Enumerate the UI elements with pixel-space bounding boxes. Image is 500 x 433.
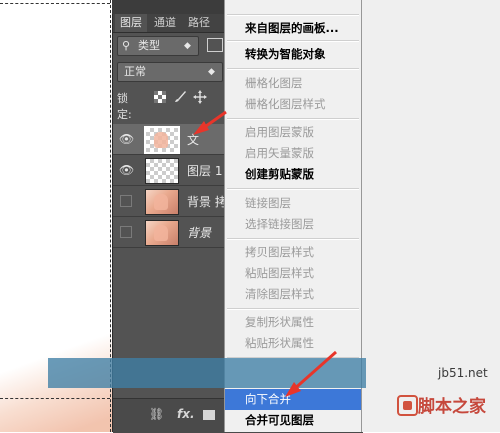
menu-item-copy-shape-attributes[interactable]: 复制形状属性 [225, 312, 361, 333]
search-icon: ⚲ [122, 39, 131, 52]
visibility-toggle[interactable] [120, 226, 132, 238]
menu-item-label: 复制形状属性 [245, 315, 314, 329]
lock-label: 锁定: [117, 92, 132, 121]
menu-separator [227, 118, 359, 120]
menu-item-label: 合并可见图层 [245, 413, 314, 427]
menu-item-label: 链接图层 [245, 196, 291, 210]
watermark-name: 脚本之家 [418, 397, 486, 417]
menu-separator [227, 188, 359, 190]
link-icon[interactable]: ⛓ [149, 407, 164, 421]
menu-item-create-clipping-mask[interactable]: 创建剪贴蒙版 [225, 164, 361, 185]
selection-border-bottom [0, 398, 110, 400]
menu-item-label: 创建剪贴蒙版 [245, 167, 314, 181]
menu-separator [227, 14, 359, 16]
lock-transparent-pixels-icon[interactable] [153, 90, 167, 104]
site-logo-icon [397, 395, 418, 416]
menu-item-link-layers[interactable]: 链接图层 [225, 193, 361, 214]
menu-item-label: 转换为智能对象 [245, 47, 326, 61]
menu-item-rasterize-layer-style[interactable]: 栅格化图层样式 [225, 94, 361, 115]
menu-item-paste-layer-style[interactable]: 粘贴图层样式 [225, 263, 361, 284]
menu-item-copy-layer-style[interactable]: 拷贝图层样式 [225, 242, 361, 263]
menu-item-enable-layer-mask[interactable]: 启用图层蒙版 [225, 122, 361, 143]
menu-separator [227, 68, 359, 70]
image-filter-icon[interactable] [207, 38, 223, 52]
layer-thumbnail [145, 220, 179, 246]
layer-filter-select[interactable]: ⚲ 类型 ◆ [117, 36, 199, 56]
menu-item-label: 向下合并 [245, 392, 291, 406]
menu-item-label: 栅格化图层 [245, 76, 303, 90]
visibility-toggle[interactable] [120, 195, 132, 207]
menu-separator [227, 308, 359, 310]
layer-name: 背景 拷 [187, 195, 227, 209]
lock-image-pixels-icon[interactable] [173, 90, 187, 104]
lock-position-icon[interactable] [193, 90, 207, 104]
menu-item-label: 选择链接图层 [245, 217, 314, 231]
menu-item-enable-vector-mask[interactable]: 启用矢量蒙版 [225, 143, 361, 164]
menu-item-label: 启用矢量蒙版 [245, 146, 314, 160]
menu-item-artboard-from-layers[interactable]: 来自图层的画板... [225, 18, 361, 39]
chevron-down-icon: ◆ [184, 41, 191, 51]
add-mask-icon[interactable] [203, 410, 215, 420]
layer-name: 背景 [187, 226, 212, 240]
tab-channels[interactable]: 通道 [149, 14, 181, 32]
watermark-site: jb51.net [438, 366, 488, 380]
blend-mode-select[interactable]: 正常 ◆ [117, 62, 223, 82]
layer-thumbnail [145, 189, 179, 215]
caption-band [48, 358, 366, 388]
menu-item-label: 粘贴图层样式 [245, 266, 314, 280]
menu-item-label: 粘贴形状属性 [245, 336, 314, 350]
menu-separator [227, 238, 359, 240]
fx-button[interactable]: fx. [177, 407, 195, 421]
menu-item-merge-down[interactable]: 向下合并 [225, 389, 361, 410]
eye-icon[interactable]: 👁 [119, 132, 134, 146]
menu-item-partial [225, 0, 361, 11]
menu-item-rasterize-layer[interactable]: 栅格化图层 [225, 73, 361, 94]
selection-border-top [0, 3, 110, 5]
layer-name: 图层 1 [187, 164, 223, 178]
layer-filter-value: 类型 [138, 39, 160, 52]
layer-thumbnail [144, 126, 180, 154]
blend-mode-value: 正常 [124, 65, 146, 78]
menu-item-paste-shape-attributes[interactable]: 粘贴形状属性 [225, 333, 361, 354]
layer-thumbnail [145, 158, 179, 184]
chevron-down-icon: ◆ [208, 67, 215, 77]
menu-item-merge-visible[interactable]: 合并可见图层 [225, 410, 361, 431]
hand-thumbnail-icon [154, 194, 168, 210]
tab-paths[interactable]: 路径 [183, 14, 215, 32]
layer-name: 文 [187, 133, 200, 147]
tab-layers[interactable]: 图层 [115, 14, 147, 32]
hand-thumbnail-icon [154, 225, 168, 241]
menu-item-convert-smart-object[interactable]: 转换为智能对象 [225, 44, 361, 65]
menu-item-label: 来自图层的画板... [245, 21, 339, 35]
menu-item-label: 栅格化图层样式 [245, 97, 326, 111]
menu-separator [227, 40, 359, 42]
hand-thumbnail-icon [154, 132, 168, 148]
menu-item-select-linked-layers[interactable]: 选择链接图层 [225, 214, 361, 235]
menu-item-clear-layer-style[interactable]: 清除图层样式 [225, 284, 361, 305]
menu-item-label: 清除图层样式 [245, 287, 314, 301]
menu-item-label: 启用图层蒙版 [245, 125, 314, 139]
eye-icon[interactable]: 👁 [119, 163, 134, 177]
menu-item-label: 拷贝图层样式 [245, 245, 314, 259]
